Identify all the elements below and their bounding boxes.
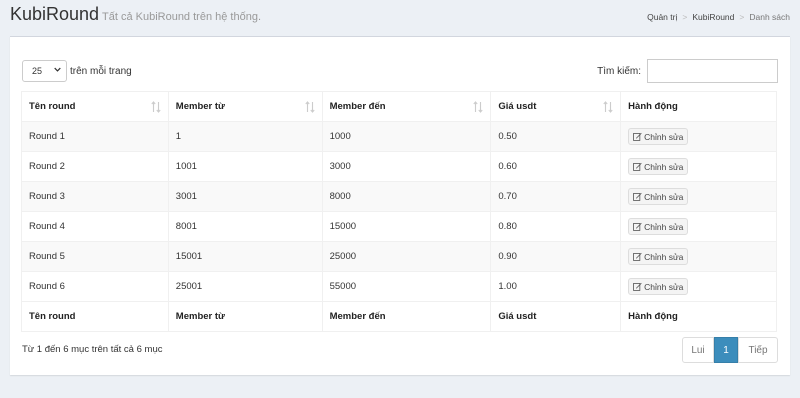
footer-label-member-from: Member từ: [167, 301, 323, 332]
column-header-label: Member từ: [175, 101, 225, 112]
table-row: Round 4 8001 15000 0.80 Chỉnh sửa: [21, 211, 777, 242]
content-header: KubiRound Tất cả KubiRound trên hệ thống…: [10, 4, 790, 30]
cell-member-to: 8000: [321, 181, 492, 212]
column-header-name[interactable]: Tên round: [21, 91, 169, 122]
cell-member-to: 55000: [321, 271, 492, 302]
page-subtitle: Tất cả KubiRound trên hệ thống.: [102, 11, 261, 23]
cell-name: Round 4: [21, 211, 169, 242]
chevron-down-icon: [54, 67, 61, 72]
cell-action: Chỉnh sửa: [620, 241, 777, 272]
cell-price: 0.50: [490, 121, 622, 152]
footer-label-action: Hành động: [620, 301, 777, 332]
column-header-action: Hành động: [620, 91, 777, 122]
cell-member-from: 15001: [167, 241, 323, 272]
table-header-row: Tên round Member từ Member đến Giá usdt …: [21, 91, 777, 122]
page-length-control: 25 trên mỗi trang: [22, 60, 132, 82]
footer-label-member-to: Member đến: [321, 301, 492, 332]
edit-button[interactable]: Chỉnh sửa: [628, 218, 689, 235]
pagination-next-button[interactable]: Tiếp: [738, 337, 778, 363]
edit-button[interactable]: Chỉnh sửa: [628, 128, 689, 145]
cell-name: Round 5: [21, 241, 169, 272]
edit-icon: [633, 252, 642, 261]
edit-button-label: Chỉnh sửa: [644, 191, 684, 202]
search-label: Tìm kiếm:: [597, 65, 641, 77]
cell-member-from: 8001: [167, 211, 323, 242]
edit-button[interactable]: Chỉnh sửa: [628, 158, 689, 175]
cell-action: Chỉnh sửa: [620, 121, 777, 152]
edit-icon: [633, 162, 642, 171]
footer-label-price: Giá usdt: [490, 301, 622, 332]
rounds-table: Tên round Member từ Member đến Giá usdt …: [21, 91, 777, 332]
edit-button[interactable]: Chỉnh sửa: [628, 248, 689, 265]
cell-member-to: 1000: [321, 121, 492, 152]
table-row: Round 5 15001 25000 0.90 Chỉnh sửa: [21, 241, 777, 272]
column-header-member-from[interactable]: Member từ: [167, 91, 323, 122]
edit-button-label: Chỉnh sửa: [644, 251, 684, 262]
cell-member-from: 1: [167, 121, 323, 152]
cell-member-to: 15000: [321, 211, 492, 242]
cell-action: Chỉnh sửa: [620, 181, 777, 212]
column-header-price[interactable]: Giá usdt: [490, 91, 622, 122]
sort-icon: [151, 101, 161, 113]
cell-name: Round 6: [21, 271, 169, 302]
edit-button[interactable]: Chỉnh sửa: [628, 188, 689, 205]
page-title: KubiRound: [10, 4, 100, 24]
cell-name: Round 1: [21, 121, 169, 152]
cell-price: 0.70: [490, 181, 622, 212]
sort-icon: [473, 101, 483, 113]
breadcrumb-item-list: Danh sách: [749, 12, 790, 22]
table-info: Từ 1 đến 6 mục trên tất cả 6 mục: [22, 344, 163, 355]
table-row: Round 1 1 1000 0.50 Chỉnh sửa: [21, 121, 777, 152]
sort-icon: [304, 101, 315, 113]
breadcrumb-item-admin[interactable]: Quản trị: [647, 12, 677, 22]
breadcrumb: Quản trị > KubiRound > Danh sách: [647, 12, 790, 22]
page-length-value: 25: [32, 66, 43, 76]
cell-member-to: 25000: [321, 241, 492, 272]
footer-label-name: Tên round: [21, 301, 169, 332]
page-length-select[interactable]: 25: [22, 60, 67, 82]
edit-icon: [633, 282, 642, 291]
breadcrumb-item-kubiround[interactable]: KubiRound: [692, 12, 734, 22]
breadcrumb-separator: >: [739, 12, 745, 22]
column-header-label: Tên round: [29, 101, 76, 112]
edit-icon: [633, 192, 642, 201]
cell-member-to: 3000: [321, 151, 492, 182]
cell-price: 1.00: [490, 271, 622, 302]
pagination-page-1[interactable]: 1: [714, 337, 738, 363]
edit-icon: [633, 132, 642, 141]
cell-price: 0.60: [490, 151, 622, 182]
table-row: Round 3 3001 8000 0.70 Chỉnh sửa: [21, 181, 777, 212]
edit-button-label: Chỉnh sửa: [644, 281, 684, 292]
breadcrumb-separator: >: [682, 12, 688, 22]
cell-name: Round 3: [21, 181, 169, 212]
search-control: Tìm kiếm:: [597, 59, 778, 83]
cell-member-from: 25001: [167, 271, 323, 302]
edit-button-label: Chỉnh sửa: [644, 131, 684, 142]
data-box: 25 trên mỗi trang Tìm kiếm: Tên round Me…: [10, 36, 790, 375]
table-footer-row: Tên round Member từ Member đến Giá usdt …: [21, 301, 777, 332]
edit-button[interactable]: Chỉnh sửa: [628, 278, 689, 295]
edit-button-label: Chỉnh sửa: [644, 161, 684, 172]
pagination: Lui 1 Tiếp: [682, 337, 778, 363]
edit-button-label: Chỉnh sửa: [644, 221, 684, 232]
column-header-member-to[interactable]: Member đến: [321, 91, 492, 122]
cell-action: Chỉnh sửa: [620, 211, 777, 242]
sort-icon: [603, 101, 613, 113]
page-length-label: trên mỗi trang: [70, 65, 132, 77]
cell-price: 0.80: [490, 211, 622, 242]
table-body: Round 1 1 1000 0.50 Chỉnh sửa Round 2 1001 3000…: [21, 121, 777, 302]
pagination-prev-button[interactable]: Lui: [682, 337, 714, 363]
cell-price: 0.90: [490, 241, 622, 272]
cell-name: Round 2: [21, 151, 169, 182]
edit-icon: [633, 222, 642, 231]
column-header-label: Giá usdt: [498, 101, 537, 112]
cell-member-from: 1001: [167, 151, 323, 182]
table-row: Round 6 25001 55000 1.00 Chỉnh sửa: [21, 271, 777, 302]
search-input[interactable]: [647, 59, 778, 83]
table-row: Round 2 1001 3000 0.60 Chỉnh sửa: [21, 151, 777, 182]
cell-member-from: 3001: [167, 181, 323, 212]
column-header-label: Member đến: [329, 101, 386, 112]
cell-action: Chỉnh sửa: [620, 271, 777, 302]
cell-action: Chỉnh sửa: [620, 151, 777, 182]
